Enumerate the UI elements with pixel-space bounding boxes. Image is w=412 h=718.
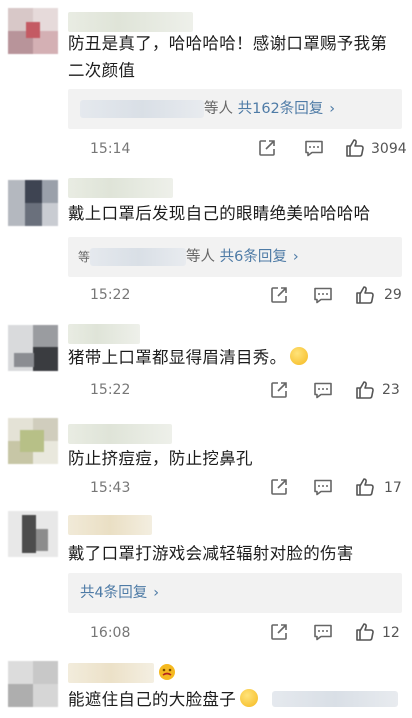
comment-item: 防丑是真了，哈哈哈哈！感谢口罩赐予我第二次颜值 等人 共162条回复 › 15:1… <box>0 0 412 160</box>
share-icon[interactable] <box>270 623 288 641</box>
like-count: 29 <box>384 287 402 303</box>
like-count: 3094 <box>371 141 407 157</box>
replies-prefix-label: 等 <box>78 250 91 264</box>
emoji-icon <box>240 689 258 707</box>
comment-item: 戴了口罩打游戏会减轻辐射对脸的伤害 共4条回复 › 16:08 12 <box>0 505 412 655</box>
thumbs-up-icon[interactable] <box>355 477 375 497</box>
thumbs-up-icon[interactable] <box>355 285 375 305</box>
emoji-icon <box>290 347 309 365</box>
username[interactable] <box>68 663 154 683</box>
replies-summary[interactable]: 共4条回复 › <box>68 573 402 613</box>
chevron-right-icon: › <box>153 585 160 601</box>
comment-text-content: 猪带上口罩都显得眉清目秀。 <box>68 348 287 367</box>
like-count: 17 <box>384 480 402 496</box>
comment-icon[interactable] <box>304 140 324 157</box>
comment-icon[interactable] <box>313 382 333 399</box>
chevron-right-icon: › <box>292 249 299 265</box>
avatar[interactable] <box>8 661 58 707</box>
share-icon[interactable] <box>258 139 276 157</box>
avatar[interactable] <box>8 325 58 371</box>
comment-text: 戴了口罩打游戏会减轻辐射对脸的伤害 <box>68 544 354 563</box>
replies-count: 共4条回复 <box>80 585 148 601</box>
comment-icon[interactable] <box>313 287 333 304</box>
replies-others-label: 等人 <box>204 101 233 117</box>
replies-count: 共6条回复 <box>219 249 287 265</box>
share-icon[interactable] <box>270 286 288 304</box>
thumbs-up-icon[interactable] <box>355 622 375 642</box>
comment-text: 防止挤痘痘，防止挖鼻孔 <box>68 449 253 468</box>
comment-time: 15:43 <box>90 480 131 496</box>
thumbs-up-icon[interactable] <box>345 138 365 158</box>
replies-summary[interactable]: 等人 共162条回复 › <box>68 89 402 129</box>
username[interactable] <box>68 324 140 344</box>
comment-time: 15:22 <box>90 287 131 303</box>
comment-text: 防丑是真了，哈哈哈哈！感谢口罩赐予我第二次颜值 <box>68 34 388 80</box>
emoji-badge-icon <box>158 663 176 681</box>
blurred-mention <box>271 691 398 707</box>
like-count: 12 <box>382 625 400 641</box>
avatar[interactable] <box>8 8 58 54</box>
avatar[interactable] <box>8 511 58 557</box>
comment-time: 15:22 <box>90 382 131 398</box>
blurred-user-names <box>90 248 187 266</box>
share-icon[interactable] <box>270 381 288 399</box>
username[interactable] <box>68 12 193 32</box>
replies-count: 共162条回复 <box>237 101 324 117</box>
username[interactable] <box>68 515 152 535</box>
blurred-user-names <box>80 100 204 118</box>
comment-item: 戴上口罩后发现自己的眼睛绝美哈哈哈哈 等 等人 共6条回复 › 15:22 29 <box>0 170 412 320</box>
comment-text: 猪带上口罩都显得眉清目秀。 <box>68 344 400 371</box>
comment-time: 15:14 <box>90 141 131 157</box>
share-icon[interactable] <box>270 478 288 496</box>
comment-text: 能遮住自己的大脸盘子 <box>68 686 400 713</box>
comment-time: 16:08 <box>90 625 131 641</box>
username[interactable] <box>68 424 172 444</box>
comment-item: 防止挤痘痘，防止挖鼻孔 15:43 17 <box>0 412 412 502</box>
replies-others-label: 等人 <box>186 249 216 265</box>
username[interactable] <box>68 178 173 198</box>
comment-text: 戴上口罩后发现自己的眼睛绝美哈哈哈哈 <box>68 204 371 223</box>
chevron-right-icon: › <box>329 101 336 117</box>
avatar[interactable] <box>8 418 58 464</box>
comment-item: 能遮住自己的大脸盘子 <box>0 657 412 718</box>
replies-summary[interactable]: 等 等人 共6条回复 › <box>68 237 402 277</box>
comment-text-content: 能遮住自己的大脸盘子 <box>68 690 236 709</box>
comment-item: 猪带上口罩都显得眉清目秀。 15:22 23 <box>0 320 412 410</box>
comment-icon[interactable] <box>313 624 333 641</box>
comment-icon[interactable] <box>313 479 333 496</box>
avatar[interactable] <box>8 180 58 226</box>
like-count: 23 <box>382 382 400 398</box>
thumbs-up-icon[interactable] <box>355 380 375 400</box>
